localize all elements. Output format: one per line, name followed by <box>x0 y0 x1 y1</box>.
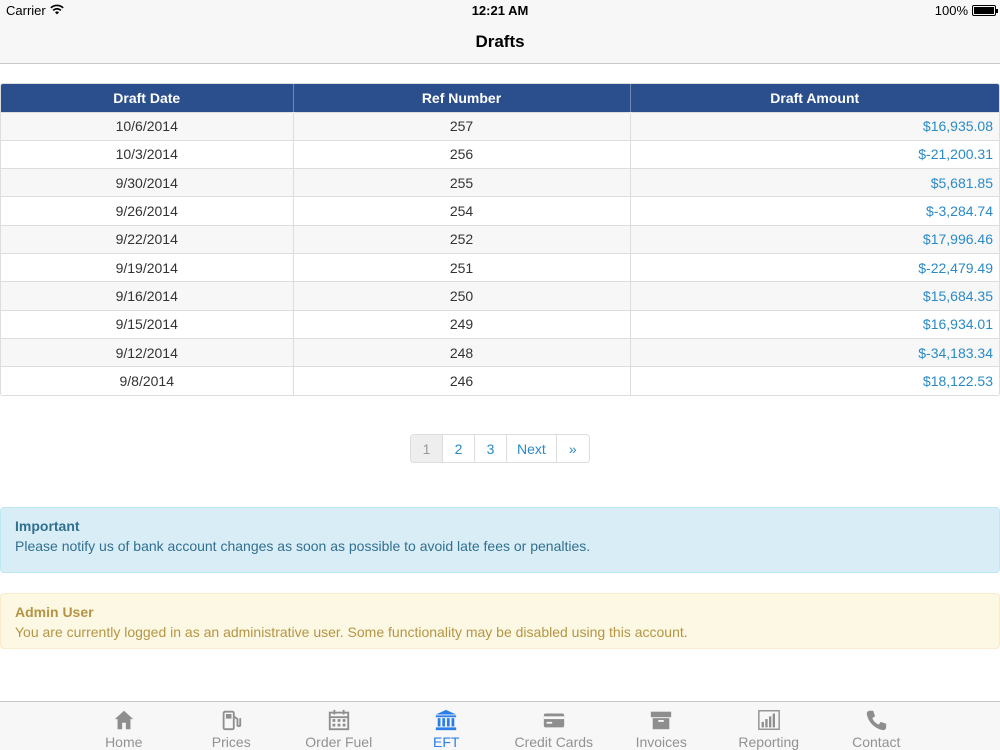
admin-user-alert: Admin User You are currently logged in a… <box>0 593 1000 649</box>
calendar-icon <box>328 709 349 731</box>
tab-reporting[interactable]: Reporting <box>715 702 823 750</box>
bank-icon <box>436 709 457 731</box>
phone-icon <box>867 710 887 731</box>
table-row[interactable]: 10/6/2014 257 $16,935.08 <box>1 111 999 141</box>
tab-label: Contact <box>852 734 901 750</box>
important-alert: Important Please notify us of bank accou… <box>0 507 1000 573</box>
column-header-ref-number: Ref Number <box>293 84 631 112</box>
table-row[interactable]: 10/3/2014 256 $-21,200.31 <box>1 139 999 169</box>
column-header-draft-date: Draft Date <box>1 84 294 112</box>
tab-home[interactable]: Home <box>70 702 178 750</box>
ref-number-cell: 251 <box>293 252 631 282</box>
tab-label: Home <box>105 734 143 750</box>
table-row[interactable]: 9/26/2014 254 $-3,284.74 <box>1 196 999 226</box>
important-alert-text: Please notify us of bank account changes… <box>15 538 591 554</box>
draft-date-cell: 10/6/2014 <box>1 111 294 141</box>
table-row[interactable]: 9/19/2014 251 $-22,479.49 <box>1 252 999 282</box>
ref-number-cell: 250 <box>293 281 631 311</box>
draft-date-cell: 9/19/2014 <box>1 252 294 282</box>
draft-amount-link[interactable]: $18,122.53 <box>630 366 999 395</box>
ref-number-cell: 246 <box>293 366 631 395</box>
table-header-row: Draft Date Ref Number Draft Amount <box>1 84 999 112</box>
page-title: Drafts <box>475 32 525 51</box>
draft-amount-link[interactable]: $5,681.85 <box>630 168 999 197</box>
table-row[interactable]: 9/30/2014 255 $5,681.85 <box>1 168 999 197</box>
draft-date-cell: 9/8/2014 <box>1 366 294 395</box>
credit-card-icon <box>543 713 564 728</box>
tab-label: Prices <box>211 734 251 750</box>
tab-eft[interactable]: EFT <box>393 702 501 750</box>
tab-label: EFT <box>433 734 460 750</box>
page-1-button[interactable]: 1 <box>411 435 443 462</box>
draft-date-cell: 9/22/2014 <box>1 224 294 254</box>
draft-date-cell: 10/3/2014 <box>1 139 294 169</box>
important-alert-title: Important <box>15 518 80 534</box>
ref-number-cell: 257 <box>293 111 631 141</box>
table-row[interactable]: 9/22/2014 252 $17,996.46 <box>1 224 999 254</box>
pagination: 1 2 3 Next » <box>410 434 590 463</box>
draft-date-cell: 9/26/2014 <box>1 196 294 226</box>
tab-label: Invoices <box>635 734 687 750</box>
column-header-draft-amount: Draft Amount <box>630 84 999 112</box>
status-time: 12:21 AM <box>471 3 529 18</box>
tab-label: Credit Cards <box>514 734 594 750</box>
ref-number-cell: 254 <box>293 196 631 226</box>
navigation-bar: Drafts <box>0 20 1000 64</box>
draft-amount-link[interactable]: $15,684.35 <box>630 281 999 311</box>
page-2-button[interactable]: 2 <box>443 435 475 462</box>
table-row[interactable]: 9/16/2014 250 $15,684.35 <box>1 281 999 311</box>
page-3-button[interactable]: 3 <box>475 435 507 462</box>
ref-number-cell: 248 <box>293 337 631 367</box>
draft-amount-link[interactable]: $-3,284.74 <box>630 196 999 226</box>
table-row[interactable]: 9/15/2014 249 $16,934.01 <box>1 309 999 339</box>
ref-number-cell: 255 <box>293 168 631 197</box>
archive-box-icon <box>651 711 672 730</box>
ref-number-cell: 256 <box>293 139 631 169</box>
ref-number-cell: 249 <box>293 309 631 339</box>
admin-user-alert-text: You are currently logged in as an admini… <box>15 624 688 640</box>
admin-user-alert-title: Admin User <box>15 604 94 620</box>
draft-amount-link[interactable]: $-21,200.31 <box>630 139 999 169</box>
draft-amount-link[interactable]: $-22,479.49 <box>630 252 999 282</box>
draft-amount-link[interactable]: $16,934.01 <box>630 309 999 339</box>
draft-date-cell: 9/16/2014 <box>1 281 294 311</box>
tab-label: Reporting <box>738 734 800 750</box>
status-bar: Carrier 12:21 AM 100% <box>0 0 1000 20</box>
battery-percent: 100% <box>934 3 968 18</box>
battery-icon <box>972 5 998 16</box>
next-page-button[interactable]: Next <box>507 435 557 462</box>
tab-contact[interactable]: Contact <box>823 702 931 750</box>
tab-credit-cards[interactable]: Credit Cards <box>500 702 608 750</box>
table-row[interactable]: 9/12/2014 248 $-34,183.34 <box>1 337 999 367</box>
tab-bar: Home Prices Order Fuel EFT Credit Cards … <box>0 701 1000 750</box>
draft-amount-link[interactable]: $-34,183.34 <box>630 337 999 367</box>
ref-number-cell: 252 <box>293 224 631 254</box>
draft-amount-link[interactable]: $17,996.46 <box>630 224 999 254</box>
last-page-button[interactable]: » <box>556 435 589 462</box>
draft-date-cell: 9/15/2014 <box>1 309 294 339</box>
draft-amount-link[interactable]: $16,935.08 <box>630 111 999 141</box>
home-icon <box>114 710 133 730</box>
draft-date-cell: 9/30/2014 <box>1 168 294 197</box>
table-row[interactable]: 9/8/2014 246 $18,122.53 <box>1 366 999 395</box>
draft-date-cell: 9/12/2014 <box>1 337 294 367</box>
drafts-table: Draft Date Ref Number Draft Amount 10/6/… <box>0 83 1000 396</box>
status-right: 100% <box>934 3 998 18</box>
tab-invoices[interactable]: Invoices <box>608 702 716 750</box>
bar-chart-icon <box>757 710 780 730</box>
tab-label: Order Fuel <box>305 734 373 750</box>
tab-prices[interactable]: Prices <box>178 702 286 750</box>
tab-order-fuel[interactable]: Order Fuel <box>285 702 393 750</box>
fuel-pump-icon <box>222 710 242 731</box>
